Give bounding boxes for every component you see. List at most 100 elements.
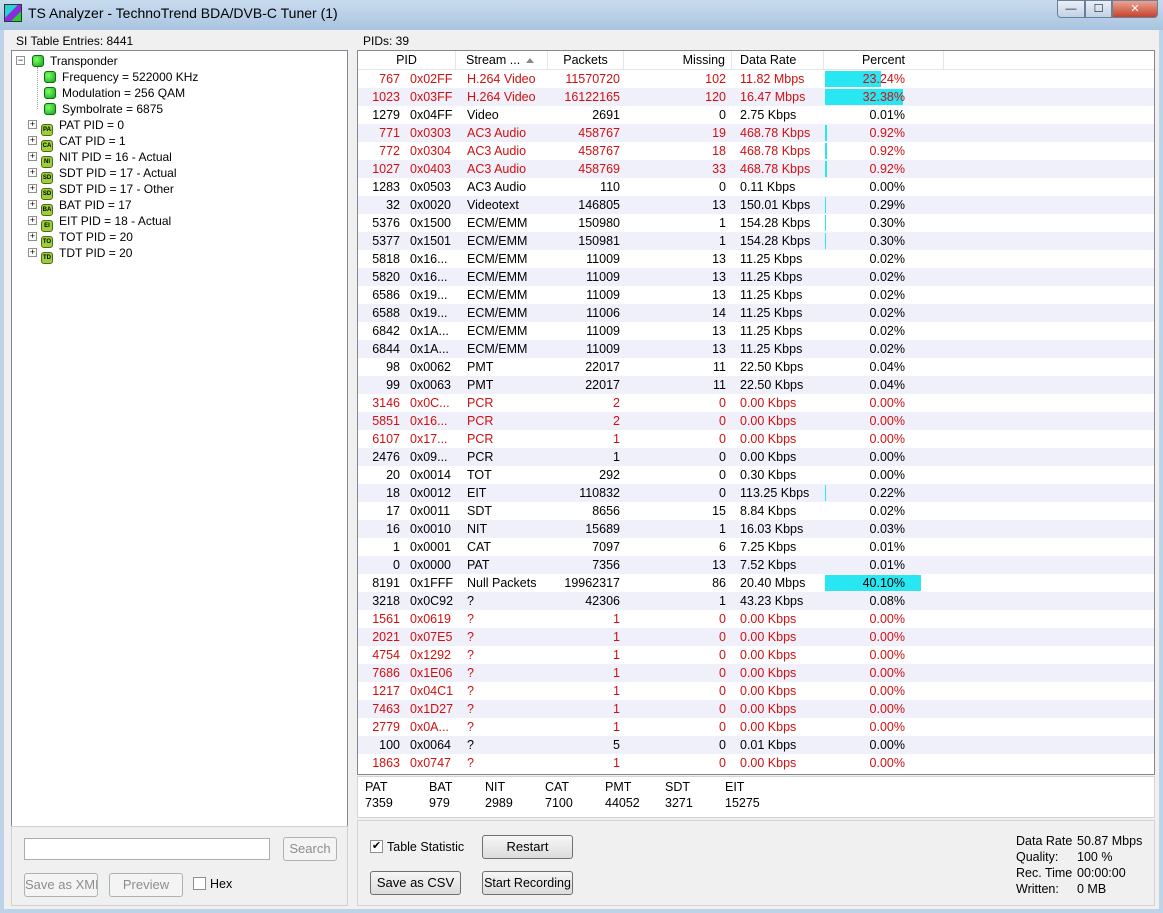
table-row[interactable]: 18 0x0012 EIT 110832 0 113.25 Kbps 0.22% (358, 484, 1154, 502)
window-title: TS Analyzer - TechnoTrend BDA/DVB-C Tune… (28, 5, 338, 21)
table-row[interactable]: 0 0x0000 PAT 7356 13 7.52 Kbps 0.01% (358, 556, 1154, 574)
cell-packets: 11006 (586, 306, 620, 320)
table-row[interactable]: 2021 0x07E5? 1 0 0.00 Kbps 0.00% (358, 628, 1154, 646)
tree-item-label: Frequency = 522000 KHz (62, 70, 199, 84)
app-icon (4, 4, 22, 22)
column-pid[interactable]: PID (358, 51, 456, 70)
expand-icon[interactable]: + (28, 136, 37, 145)
cell-missing: 13 (712, 288, 726, 302)
expand-icon[interactable]: + (28, 200, 37, 209)
table-row[interactable]: 772 0x0304 AC3 Audio 458767 18 468.78 Kbps 0.9… (358, 142, 1154, 160)
start-recording-button[interactable]: Start Recording (482, 871, 573, 895)
column-packets[interactable]: Packets (548, 51, 624, 70)
tree-item-si-table[interactable]: SD SDT PID = 17 - Actual (41, 165, 177, 184)
table-row[interactable]: 8191 0x1FFF Null Packets 19962317 86 20.40 Mb… (358, 574, 1154, 592)
table-row[interactable]: 5851 0x16... PCR 2 0 0.00 Kbps 0.00% (358, 412, 1154, 430)
cell-pid: 1023 (372, 90, 400, 104)
table-row[interactable]: 99 0x0063 PMT 22017 11 22.50 Kbps 0.04% (358, 376, 1154, 394)
cell-pid-hex: 0x16... (410, 252, 448, 266)
table-row[interactable]: 100 0x0064? 5 0 0.01 Kbps 0.00% (358, 736, 1154, 754)
close-button[interactable]: ✕ (1112, 0, 1158, 18)
table-row[interactable]: 6588 0x19... ECM/EMM 11006 14 11.25 Kbps 0.02% (358, 304, 1154, 322)
table-row[interactable]: 17 0x0011 SDT 8656 15 8.84 Kbps 0.02% (358, 502, 1154, 520)
table-row[interactable]: 1217 0x04C1? 1 0 0.00 Kbps 0.00% (358, 682, 1154, 700)
expand-icon[interactable]: + (28, 120, 37, 129)
tree-item-si-table[interactable]: SD SDT PID = 17 - Other (41, 181, 174, 200)
summary-value-sdt: 3271 (665, 796, 693, 810)
tree-item-si-table[interactable]: PA PAT PID = 0 (41, 117, 124, 136)
expand-icon[interactable]: + (28, 168, 37, 177)
tree-item-transponder[interactable]: Transponder (32, 53, 118, 69)
table-row[interactable]: 2779 0x0A...? 1 0 0.00 Kbps 0.00% (358, 718, 1154, 736)
expand-icon[interactable]: + (28, 152, 37, 161)
collapse-icon[interactable]: − (16, 56, 25, 65)
table-row[interactable]: 5376 0x1500 ECM/EMM 150980 1 154.28 Kbps 0.30% (358, 214, 1154, 232)
table-row[interactable]: 7686 0x1E06? 1 0 0.00 Kbps 0.00% (358, 664, 1154, 682)
table-row[interactable]: 4754 0x1292? 1 0 0.00 Kbps 0.00% (358, 646, 1154, 664)
title-bar[interactable]: TS Analyzer - TechnoTrend BDA/DVB-C Tune… (0, 0, 1163, 30)
table-statistics-checkbox[interactable]: ✔ (370, 840, 383, 853)
minimize-button[interactable]: — (1057, 0, 1085, 18)
save-as-csv-button[interactable]: Save as CSV (370, 871, 461, 895)
table-row[interactable]: 1027 0x0403 AC3 Audio 458769 33 468.78 Kbps 0.… (358, 160, 1154, 178)
save-as-xml-button[interactable]: Save as XML (24, 873, 98, 897)
search-button[interactable]: Search (283, 837, 337, 861)
expand-icon[interactable]: + (28, 248, 37, 257)
table-row[interactable]: 7463 0x1D27? 1 0 0.00 Kbps 0.00% (358, 700, 1154, 718)
table-row[interactable]: 1283 0x0503 AC3 Audio 110 0 0.11 Kbps 0.00% (358, 178, 1154, 196)
tree-item-si-table[interactable]: BA BAT PID = 17 (41, 197, 132, 216)
table-row[interactable]: 32 0x0020 Videotext 146805 13 150.01 Kbps 0.29… (358, 196, 1154, 214)
tree-item-si-table[interactable]: CA CAT PID = 1 (41, 133, 126, 152)
tree-item-transponder-property[interactable]: Modulation = 256 QAM (44, 85, 185, 101)
search-input[interactable] (24, 838, 270, 860)
table-row[interactable]: 5818 0x16... ECM/EMM 11009 13 11.25 Kbps 0.02% (358, 250, 1154, 268)
maximize-button[interactable]: ☐ (1085, 0, 1112, 18)
hex-checkbox[interactable] (193, 877, 206, 890)
cell-stream-type: PCR (467, 396, 494, 410)
table-row[interactable]: 3218 0x0C92? 42306 1 43.23 Kbps 0.08% (358, 592, 1154, 610)
restart-button[interactable]: Restart (482, 835, 573, 859)
table-row[interactable]: 1561 0x0619? 1 0 0.00 Kbps 0.00% (358, 610, 1154, 628)
tree-item-label: NIT PID = 16 - Actual (59, 150, 172, 164)
table-row[interactable]: 767 0x02FF H.264 Video 11570720 102 11.82 Mbp… (358, 70, 1154, 88)
percent-value: 0.04% (869, 360, 905, 374)
cell-missing: 1 (719, 594, 726, 608)
tree-item-transponder-property[interactable]: Symbolrate = 6875 (44, 101, 163, 117)
column-data-rate[interactable]: Data Rate (732, 51, 824, 70)
table-row[interactable]: 2476 0x09... PCR 1 0 0.00 Kbps 0.00% (358, 448, 1154, 466)
table-row[interactable]: 1 0x0001 CAT 7097 6 7.25 Kbps 0.01% (358, 538, 1154, 556)
cell-packets: 19962317 (564, 576, 620, 590)
expand-icon[interactable]: + (28, 232, 37, 241)
tree-item-si-table[interactable]: TO TOT PID = 20 (41, 229, 133, 248)
table-row[interactable]: 6844 0x1A... ECM/EMM 11009 13 11.25 Kbps 0.02% (358, 340, 1154, 358)
table-row[interactable]: 98 0x0062 PMT 22017 11 22.50 Kbps 0.04% (358, 358, 1154, 376)
tree-item-si-table[interactable]: TD TDT PID = 20 (41, 245, 132, 264)
table-row[interactable]: 771 0x0303 AC3 Audio 458767 19 468.78 Kbps 0.9… (358, 124, 1154, 142)
table-row[interactable]: 20 0x0014 TOT 292 0 0.30 Kbps 0.00% (358, 466, 1154, 484)
table-row[interactable]: 6107 0x17... PCR 1 0 0.00 Kbps 0.00% (358, 430, 1154, 448)
table-row[interactable]: 1279 0x04FF Video 2691 0 2.75 Kbps 0.01% (358, 106, 1154, 124)
si-tree[interactable]: − Transponder Frequency = 522000 KHz Modula… (11, 50, 348, 852)
column-stream-type[interactable]: Stream ... (456, 51, 548, 70)
column-missing[interactable]: Missing (624, 51, 732, 70)
pid-table[interactable]: PID Stream ... Packets Missing Data Rate… (357, 50, 1155, 775)
table-row[interactable]: 6842 0x1A... ECM/EMM 11009 13 11.25 Kbps 0.02% (358, 322, 1154, 340)
cell-percent: 0.02% (825, 286, 945, 304)
expand-icon[interactable]: + (28, 216, 37, 225)
cell-missing: 0 (719, 180, 726, 194)
tree-item-si-table[interactable]: NI NIT PID = 16 - Actual (41, 149, 172, 168)
column-percent[interactable]: Percent (824, 51, 944, 70)
table-row[interactable]: 6586 0x19... ECM/EMM 11009 13 11.25 Kbps 0.02% (358, 286, 1154, 304)
tree-item-transponder-property[interactable]: Frequency = 522000 KHz (44, 69, 198, 85)
table-row[interactable]: 16 0x0010 NIT 15689 1 16.03 Kbps 0.03% (358, 520, 1154, 538)
status-led-icon (44, 87, 56, 99)
table-row[interactable]: 1023 0x03FF H.264 Video 16122165 120 16.47 Mb… (358, 88, 1154, 106)
expand-icon[interactable]: + (28, 184, 37, 193)
cell-stream-type: ECM/EMM (467, 342, 528, 356)
table-row[interactable]: 3146 0x0C... PCR 2 0 0.00 Kbps 0.00% (358, 394, 1154, 412)
preview-button[interactable]: Preview (109, 873, 183, 897)
table-row[interactable]: 5820 0x16... ECM/EMM 11009 13 11.25 Kbps 0.02% (358, 268, 1154, 286)
table-row[interactable]: 1863 0x0747? 1 0 0.00 Kbps 0.00% (358, 754, 1154, 772)
table-row[interactable]: 5377 0x1501 ECM/EMM 150981 1 154.28 Kbps 0.30% (358, 232, 1154, 250)
tree-item-si-table[interactable]: EI EIT PID = 18 - Actual (41, 213, 171, 232)
